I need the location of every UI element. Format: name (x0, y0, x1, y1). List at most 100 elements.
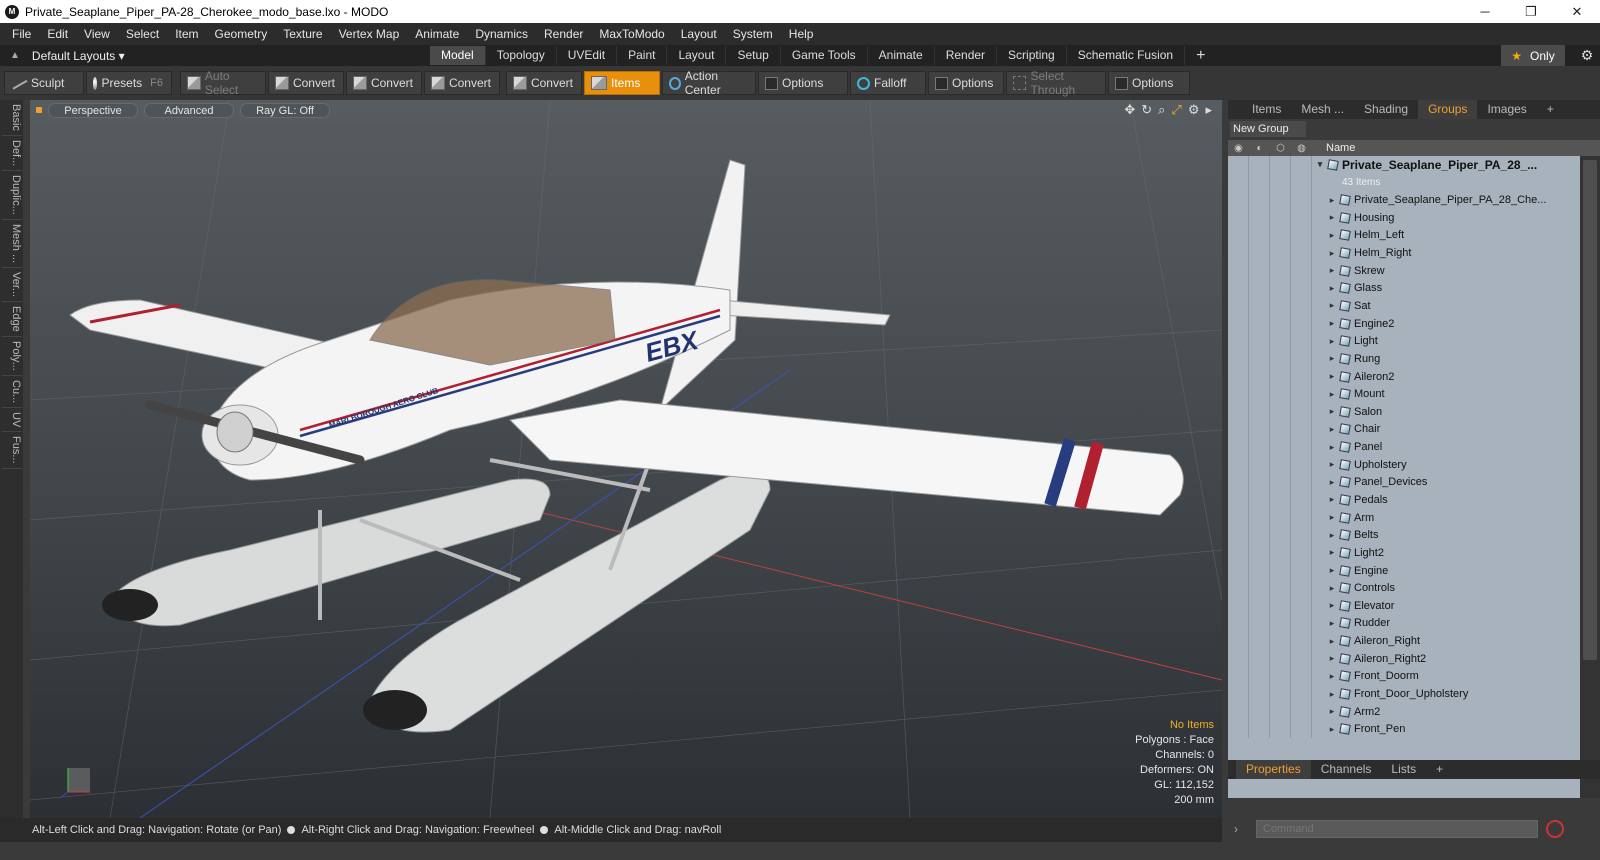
tab-animate[interactable]: Animate (868, 46, 935, 65)
expand-icon[interactable]: ▸ (1324, 283, 1340, 294)
expand-icon[interactable]: ▸ (1324, 689, 1340, 700)
list-item[interactable]: ▸ Front_Pen (1228, 720, 1580, 739)
expand-icon[interactable]: ▸ (1324, 353, 1340, 364)
tab-scripting[interactable]: Scripting (997, 46, 1067, 65)
scrollbar-thumb[interactable] (1583, 160, 1597, 660)
default-layouts-dropdown[interactable]: ▲ Default Layouts ▾ (0, 49, 430, 63)
list-item[interactable]: ▸ Rudder (1228, 614, 1580, 633)
vtab-uv[interactable]: UV (2, 408, 22, 433)
vtab-curve[interactable]: Cu... (2, 376, 22, 408)
menu-maxtomodo[interactable]: MaxToModo (591, 23, 672, 45)
add-panel-tab[interactable]: + (1537, 100, 1564, 119)
record-icon[interactable] (1546, 820, 1564, 838)
list-item[interactable]: ▸ Front_Door_Upholstery (1228, 685, 1580, 703)
tab-groups[interactable]: Groups (1418, 100, 1478, 119)
gear-icon[interactable]: ⚙ (1574, 45, 1600, 66)
menu-select[interactable]: Select (118, 23, 167, 45)
close-button[interactable]: ✕ (1554, 0, 1600, 23)
menu-dynamics[interactable]: Dynamics (467, 23, 536, 45)
raygl-toggle[interactable]: Ray GL: Off (240, 102, 330, 118)
list-item[interactable]: ▸ Pedals (1228, 491, 1580, 509)
fit-icon[interactable]: ⤢ (1171, 102, 1181, 118)
eye-icon[interactable]: ◉ (1228, 143, 1249, 154)
tab-topology[interactable]: Topology (486, 46, 557, 65)
lock-icon[interactable]: ◐ (1249, 143, 1270, 154)
new-group-button[interactable]: New Group (1230, 121, 1306, 137)
viewport-expand-icon[interactable]: ▸ (1205, 102, 1212, 118)
vtab-mesh[interactable]: Mesh ... (2, 220, 22, 269)
action-center-button[interactable]: Action Center (662, 69, 756, 97)
expand-icon[interactable]: ▸ (1324, 618, 1340, 629)
list-item[interactable]: ▸ Front_Doorm (1228, 667, 1580, 686)
list-item[interactable]: ▸ Light2 (1228, 544, 1580, 562)
expand-icon[interactable]: ▸ (1324, 565, 1340, 576)
zoom-icon[interactable]: ⌕ (1158, 102, 1165, 118)
collapse-icon[interactable]: ▾ (1312, 159, 1328, 170)
expand-icon[interactable]: ▸ (1324, 318, 1340, 329)
expand-icon[interactable]: ▸ (1324, 724, 1340, 735)
expand-icon[interactable]: ▸ (1324, 300, 1340, 311)
expand-icon[interactable]: ▸ (1324, 195, 1340, 206)
expand-icon[interactable]: ▸ (1324, 706, 1340, 717)
expand-icon[interactable]: ▸ (1324, 212, 1340, 223)
list-item[interactable]: ▸ Belts (1228, 526, 1580, 545)
list-item[interactable]: ▸ Housing (1228, 208, 1580, 227)
list-item-root[interactable]: ▾ Private_Seaplane_Piper_PA_28_... (1228, 156, 1580, 174)
menu-view[interactable]: View (76, 23, 118, 45)
expand-icon[interactable]: ▸ (1324, 512, 1340, 523)
menu-render[interactable]: Render (536, 23, 591, 45)
3d-viewport[interactable]: EBX MARLBOROUGH AERO CLUB Perspective Ad… (30, 100, 1222, 818)
list-item[interactable]: ▸ Aileron2 (1228, 367, 1580, 386)
list-item[interactable]: ▸ Glass (1228, 279, 1580, 298)
vtab-deform[interactable]: Def... (2, 136, 22, 172)
list-item[interactable]: ▸ Sat (1228, 297, 1580, 315)
list-item[interactable]: ▸ Arm (1228, 508, 1580, 527)
vtab-basic[interactable]: Basic (2, 100, 22, 136)
menu-system[interactable]: System (725, 23, 781, 45)
expand-icon[interactable]: ▸ (1324, 600, 1340, 611)
menu-edit[interactable]: Edit (39, 23, 76, 45)
options-button-3[interactable]: Options (1108, 71, 1190, 95)
restore-button[interactable]: ❐ (1508, 0, 1554, 23)
rotate-icon[interactable]: ↻ (1141, 102, 1152, 118)
shading-advanced-dropdown[interactable]: Advanced (144, 102, 234, 118)
expand-icon[interactable]: ▸ (1324, 583, 1340, 594)
list-item[interactable]: ▸ Skrew (1228, 261, 1580, 280)
expand-icon[interactable]: ▸ (1324, 248, 1340, 259)
only-button[interactable]: ★ Only (1501, 45, 1565, 66)
options-button-2[interactable]: Options (928, 71, 1004, 95)
convert-button-3[interactable]: Convert (424, 71, 500, 95)
expand-icon[interactable]: ▸ (1324, 424, 1340, 435)
menu-file[interactable]: File (4, 23, 39, 45)
tab-game-tools[interactable]: Game Tools (781, 46, 868, 65)
expand-icon[interactable]: ▸ (1324, 530, 1340, 541)
expand-icon[interactable]: ▸ (1324, 336, 1340, 347)
command-input[interactable] (1256, 820, 1538, 838)
expand-icon[interactable]: ▸ (1324, 636, 1340, 647)
expand-icon[interactable]: ▸ (1324, 442, 1340, 453)
expand-icon[interactable]: ▸ (1324, 265, 1340, 276)
menu-texture[interactable]: Texture (275, 23, 330, 45)
tab-layout[interactable]: Layout (667, 46, 727, 65)
list-item[interactable]: ▸ Panel (1228, 438, 1580, 456)
select-icon[interactable]: ◍ (1291, 143, 1312, 154)
tab-shading[interactable]: Shading (1354, 100, 1418, 119)
vtab-fusion[interactable]: Fus... (2, 432, 22, 469)
menu-item[interactable]: Item (167, 23, 206, 45)
list-item[interactable]: ▸ Chair (1228, 420, 1580, 439)
list-item[interactable]: ▸ Helm_Right (1228, 244, 1580, 262)
vtab-vertex[interactable]: Ver... (2, 268, 22, 303)
viewport-settings-icon[interactable]: ⚙ (1188, 102, 1200, 118)
convert-button-1[interactable]: Convert (268, 71, 344, 95)
menu-help[interactable]: Help (781, 23, 822, 45)
menu-layout[interactable]: Layout (673, 23, 725, 45)
render-icon[interactable]: ⬡ (1270, 143, 1291, 154)
pan-icon[interactable]: ✥ (1124, 102, 1135, 118)
expand-icon[interactable]: ▸ (1324, 671, 1340, 682)
add-properties-tab[interactable]: + (1426, 760, 1453, 779)
expand-icon[interactable]: ▸ (1324, 230, 1340, 241)
tab-mesh[interactable]: Mesh ... (1291, 100, 1354, 119)
options-button-1[interactable]: Options (758, 71, 848, 95)
tab-channels[interactable]: Channels (1311, 760, 1382, 779)
tab-properties[interactable]: Properties (1236, 760, 1311, 779)
